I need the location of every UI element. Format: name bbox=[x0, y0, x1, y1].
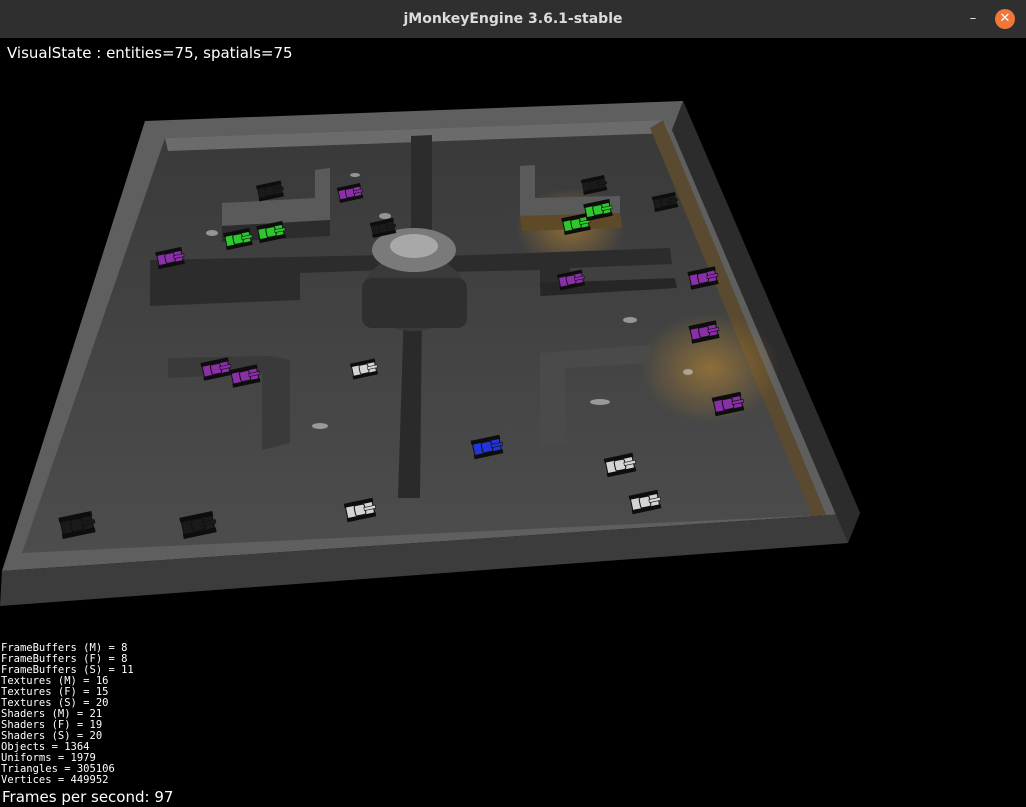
smoke-puff bbox=[350, 173, 360, 177]
window-title: jMonkeyEngine 3.6.1-stable bbox=[403, 11, 623, 27]
smoke-puff bbox=[206, 230, 218, 236]
render-stats: FrameBuffers (M) = 8 FrameBuffers (F) = 8… bbox=[1, 643, 134, 786]
center-hub-cap bbox=[390, 234, 438, 258]
close-button[interactable]: ✕ bbox=[995, 9, 1015, 29]
smoke-puff bbox=[590, 399, 610, 405]
fps-counter: Frames per second: 97 bbox=[2, 788, 174, 806]
center-hub-block bbox=[362, 278, 467, 328]
smoke-puff bbox=[379, 213, 391, 219]
stat-line: Vertices = 449952 bbox=[1, 774, 109, 786]
minimize-button[interactable]: – bbox=[963, 9, 983, 29]
smoke-puff bbox=[312, 423, 328, 429]
smoke-puff bbox=[683, 369, 693, 375]
game-viewport[interactable]: VisualState : entities=75, spatials=75 F… bbox=[0, 38, 1026, 807]
game-window: jMonkeyEngine 3.6.1-stable – ✕ VisualSta… bbox=[0, 0, 1026, 807]
smoke-puff bbox=[623, 317, 637, 323]
title-bar[interactable]: jMonkeyEngine 3.6.1-stable – ✕ bbox=[0, 0, 1026, 39]
visual-state-readout: VisualState : entities=75, spatials=75 bbox=[7, 44, 293, 62]
game-scene[interactable] bbox=[0, 38, 1026, 807]
